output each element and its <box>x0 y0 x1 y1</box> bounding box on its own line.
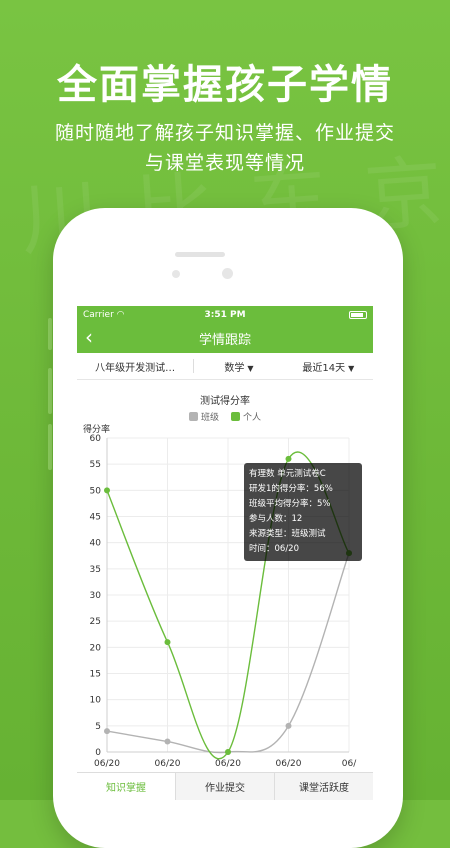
phone-camera <box>222 268 233 279</box>
data-point-personal <box>164 639 171 646</box>
back-chevron-icon[interactable]: ‹ <box>85 327 93 347</box>
tab-activity-label: 课堂活跃度 <box>299 783 349 794</box>
nav-title: 学情跟踪 <box>198 332 251 348</box>
exam-filter-label: 八年级开发测试… <box>95 362 176 374</box>
data-point-personal <box>225 749 231 755</box>
tab-homework[interactable]: 作业提交 <box>176 773 275 800</box>
y-tick-label: 45 <box>90 513 101 523</box>
data-point-tooltip: 有理数 单元测试卷C 研发1的得分率：56% 班级平均得分率：5% 参与人数：1… <box>244 463 362 561</box>
data-point-personal <box>285 455 292 462</box>
phone-side-button <box>48 318 52 350</box>
legend-item-class[interactable]: 班级 <box>188 410 219 423</box>
y-tick-label: 50 <box>90 486 102 496</box>
x-tick-label: 06/20 <box>155 759 181 769</box>
tooltip-personal-rate: 研发1的得分率：56% <box>249 484 333 494</box>
tooltip-participants: 参与人数：12 <box>249 514 303 524</box>
y-tick-label: 30 <box>90 591 102 601</box>
y-tick-label: 25 <box>90 617 101 627</box>
y-tick-label: 15 <box>90 670 101 680</box>
x-tick-label: 06/20 <box>94 759 120 769</box>
caret-down-icon: ▼ <box>348 363 355 373</box>
exam-filter-dropdown[interactable]: 八年级开发测试… <box>77 359 193 374</box>
y-tick-label: 10 <box>90 696 102 706</box>
y-tick-label: 60 <box>90 434 102 444</box>
promo-headline: 全面掌握孩子学情 <box>57 62 393 108</box>
data-point-class <box>164 738 171 745</box>
status-bar: Carrier ◠ 3:51 PM <box>77 306 373 323</box>
subject-filter-dropdown[interactable]: 数学 ▼ <box>194 359 283 374</box>
tooltip-exam-name: 有理数 单元测试卷C <box>249 469 326 479</box>
data-point-personal <box>104 487 110 494</box>
y-tick-label: 55 <box>90 460 101 470</box>
tooltip-class-rate: 班级平均得分率：5% <box>249 499 331 509</box>
chart-title: 测试得分率 <box>200 396 250 407</box>
bottom-tab-bar: 知识掌握 作业提交 课堂活跃度 <box>77 772 373 800</box>
tooltip-source-type: 来源类型：班级测试 <box>249 529 326 539</box>
tab-knowledge[interactable]: 知识掌握 <box>77 773 176 800</box>
status-time: 3:51 PM <box>204 309 246 320</box>
tab-activity[interactable]: 课堂活跃度 <box>275 773 373 800</box>
tooltip-time: 时间：06/20 <box>249 544 299 554</box>
legend-swatch-class <box>188 412 198 421</box>
promo-subtitle-line2: 与课堂表现等情况 <box>144 152 305 174</box>
legend-swatch-personal <box>231 412 240 421</box>
legend-item-personal[interactable]: 个人 <box>231 410 261 423</box>
x-tick-label: 06/ <box>342 759 357 769</box>
nav-bar: ‹ 学情跟踪 <box>77 323 373 353</box>
y-tick-label: 35 <box>90 565 101 575</box>
chart-legend: 班级 个人 <box>77 410 373 423</box>
phone-volume-button <box>48 368 52 414</box>
filter-bar: 八年级开发测试… 数学 ▼ 最近14天 ▼ <box>77 353 373 380</box>
data-point-class <box>285 722 292 729</box>
y-tick-label: 5 <box>95 722 101 732</box>
phone-sensor <box>172 270 180 278</box>
data-point-class <box>104 728 110 735</box>
subject-filter-label: 数学 <box>224 362 245 374</box>
y-tick-label: 20 <box>90 643 102 653</box>
caret-down-icon: ▼ <box>247 363 254 373</box>
phone-volume-button <box>48 424 52 470</box>
x-tick-label: 06/20 <box>215 759 241 769</box>
battery-icon <box>349 310 367 319</box>
tab-homework-label: 作业提交 <box>205 783 245 794</box>
promo-subtitle-line1: 随时随地了解孩子知识掌握、作业提交 <box>54 122 395 144</box>
tab-knowledge-label: 知识掌握 <box>106 783 146 794</box>
range-filter-dropdown[interactable]: 最近14天 ▼ <box>284 359 373 374</box>
range-filter-label: 最近14天 <box>302 362 346 374</box>
phone-speaker <box>175 252 225 257</box>
app-screen: Carrier ◠ 3:51 PM ‹ 学情跟踪 八年级开发测试… 数学 ▼ 最近… <box>77 306 373 800</box>
y-tick-label: 0 <box>95 748 101 758</box>
y-tick-label: 40 <box>90 539 102 549</box>
x-tick-label: 06/20 <box>276 759 302 769</box>
